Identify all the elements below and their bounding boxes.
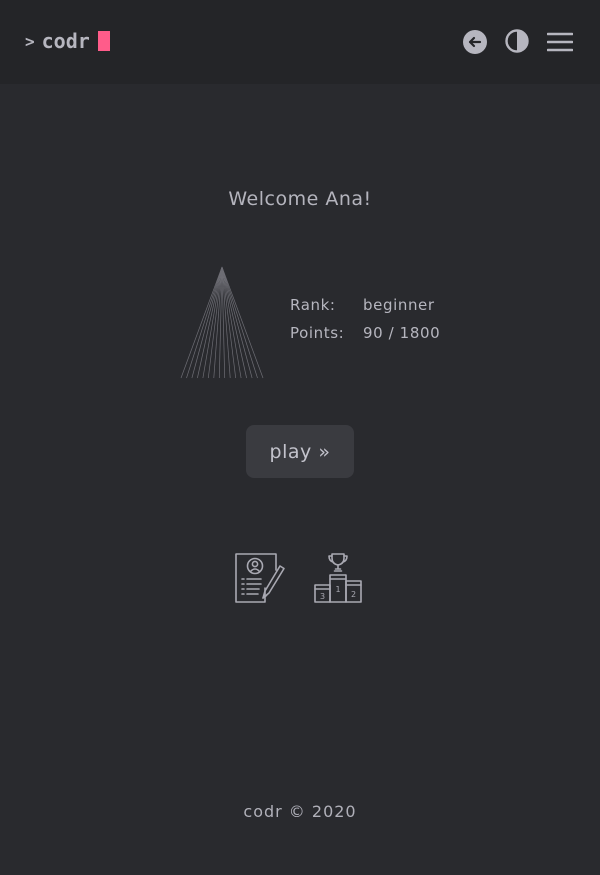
points-row: Points: 90 / 1800 — [290, 324, 440, 352]
pyramid-line — [221, 266, 247, 379]
pyramid-line — [197, 266, 223, 379]
pyramid-line — [202, 266, 223, 379]
back-arrow-icon[interactable] — [462, 29, 488, 55]
points-label: Points: — [290, 324, 345, 342]
pyramid-line — [221, 266, 253, 379]
welcome-heading: Welcome Ana! — [228, 188, 372, 210]
rank-pyramid-graphic — [180, 266, 264, 379]
pyramid-line — [191, 266, 223, 379]
leaderboard-podium-icon[interactable]: 3 1 2 — [310, 552, 366, 604]
logo[interactable]: > codr — [25, 27, 110, 55]
app-header: > codr — [0, 0, 600, 84]
pyramid-line — [221, 266, 264, 379]
pyramid-line — [221, 266, 242, 379]
podium-second-label: 2 — [351, 590, 356, 599]
podium-first-label: 1 — [335, 585, 340, 594]
play-button[interactable]: play » — [246, 425, 354, 478]
logo-prompt: > — [25, 31, 35, 51]
rank-value: beginner — [363, 296, 435, 314]
logo-cursor — [97, 31, 110, 51]
logo-text: codr — [41, 29, 90, 53]
hamburger-menu-icon[interactable] — [547, 29, 573, 55]
pyramid-line — [221, 266, 258, 379]
points-value: 90 / 1800 — [363, 324, 441, 342]
user-stats: Rank: beginner Points: 90 / 1800 — [290, 296, 440, 352]
pyramid-line — [180, 266, 223, 379]
contrast-icon[interactable] — [504, 28, 530, 54]
pyramid-line — [186, 266, 223, 379]
rank-label: Rank: — [290, 296, 336, 314]
footer-copyright: codr © 2020 — [243, 802, 357, 821]
profile-resume-icon[interactable] — [232, 552, 288, 604]
podium-third-label: 3 — [320, 592, 325, 601]
rank-row: Rank: beginner — [290, 296, 440, 324]
